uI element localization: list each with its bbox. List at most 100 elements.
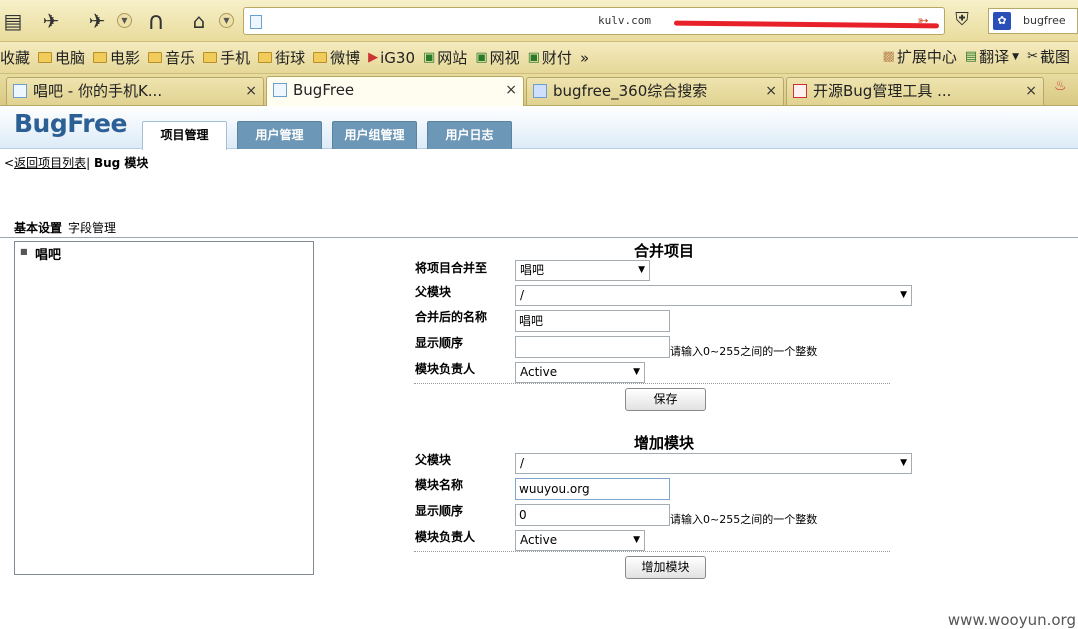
- bookmark-tenpay[interactable]: ▣ 财付: [528, 47, 572, 68]
- close-icon[interactable]: ×: [765, 78, 777, 105]
- select-value: /: [520, 288, 525, 302]
- bookmark-label: 手机: [220, 49, 251, 67]
- bookmark-folder-streetball[interactable]: 街球: [258, 47, 305, 68]
- go-icon[interactable]: ➳: [908, 13, 938, 29]
- merge-order-label: 显示顺序: [415, 336, 464, 350]
- breadcrumb: <返回项目列表| Bug 模块: [4, 154, 148, 171]
- folder-icon: [148, 52, 163, 63]
- translate-icon: ▤: [964, 49, 978, 64]
- bookmark-label: 音乐: [165, 49, 196, 67]
- home-pavilion-icon[interactable]: ⌂: [182, 7, 216, 35]
- chevron-down-icon: ▼: [633, 367, 640, 377]
- bookmarks-bar: 收藏 电脑 电影 音乐 手机 街球 微博 ▶ iG30 ▣ 网站 ▣ 网视 ▣ …: [0, 42, 1078, 74]
- paw-icon[interactable]: ✿: [993, 12, 1011, 30]
- subnav-field-management[interactable]: 字段管理: [68, 221, 116, 235]
- merge-owner-select[interactable]: Active ▼: [515, 362, 645, 383]
- tab-user-management[interactable]: 用户管理: [237, 121, 322, 149]
- breadcrumb-prefix: <: [4, 156, 15, 170]
- chevron-down-icon: ▼: [633, 535, 640, 545]
- add-parent-select[interactable]: / ▼: [515, 453, 912, 474]
- reload-arch-icon[interactable]: ∩: [140, 7, 172, 35]
- browser-toolbar: ▤ ✈ ✈ ▼ ∩ ⌂ ▼ kulv.com ➳ ⛨ ✿ bugfree: [0, 0, 1078, 42]
- folder-icon: [313, 52, 328, 63]
- add-order-label: 显示顺序: [415, 504, 464, 518]
- swallow-forward-icon[interactable]: ✈: [80, 7, 114, 35]
- bookmark-label: 网站: [437, 49, 468, 67]
- merge-name-label: 合并后的名称: [415, 310, 488, 324]
- search-text: bugfree: [1023, 14, 1066, 27]
- cube-icon: ▩: [882, 49, 895, 64]
- bookmark-folder-music[interactable]: 音乐: [148, 47, 195, 68]
- bookmark-folder-movie[interactable]: 电影: [93, 47, 140, 68]
- add-owner-select[interactable]: Active ▼: [515, 530, 645, 551]
- browser-tab-opensource[interactable]: 开源Bug管理工具 ... ×: [786, 77, 1044, 105]
- new-tab-icon[interactable]: ♨: [1054, 78, 1067, 94]
- shield-icon[interactable]: ⛨: [950, 9, 974, 33]
- page-icon: ▣: [423, 50, 436, 65]
- merge-to-select[interactable]: 唱吧 ▼: [515, 260, 650, 281]
- extension-center[interactable]: ▩ 扩展中心: [883, 46, 957, 67]
- bookmark-label: 网视: [489, 49, 520, 67]
- bugfree-logo[interactable]: BugFree: [14, 109, 127, 138]
- tab-label: 唱吧 - 你的手机K...: [33, 82, 163, 100]
- add-name-label: 模块名称: [415, 478, 464, 492]
- bookmark-website[interactable]: ▣ 网站: [423, 47, 467, 68]
- save-button[interactable]: 保存: [625, 388, 706, 411]
- bookmark-video[interactable]: ▣ 网视: [475, 47, 519, 68]
- bookmark-favorites[interactable]: 收藏: [0, 47, 30, 68]
- bookmark-label: iG30: [380, 48, 415, 67]
- settings-subnav: 基本设置 字段管理: [14, 219, 116, 236]
- merge-parent-label: 父模块: [415, 285, 452, 299]
- history-dropdown-icon[interactable]: ▼: [117, 13, 132, 28]
- add-module-button[interactable]: 增加模块: [625, 556, 706, 579]
- browser-tab-bugfree[interactable]: BugFree ×: [266, 76, 524, 106]
- select-value: 唱吧: [520, 263, 545, 277]
- add-order-hint: 请输入0~255之间的一个整数: [670, 513, 818, 526]
- merge-name-input[interactable]: 唱吧: [515, 310, 670, 332]
- address-bar[interactable]: kulv.com ➳: [243, 7, 945, 35]
- bookmark-label: 财付: [541, 49, 572, 67]
- merge-order-input[interactable]: [515, 336, 670, 358]
- chevron-down-icon[interactable]: ▼: [1012, 52, 1019, 62]
- subnav-basic-settings[interactable]: 基本设置: [14, 221, 62, 235]
- tab-label: bugfree_360综合搜索: [553, 82, 708, 100]
- translate-tool[interactable]: ▤ 翻译 ▼: [965, 46, 1019, 67]
- add-form-title: 增加模块: [633, 434, 694, 452]
- home-dropdown-icon[interactable]: ▼: [219, 13, 234, 28]
- bookmark-folder-computer[interactable]: 电脑: [38, 47, 85, 68]
- bookmark-folder-weibo[interactable]: 微博: [313, 47, 360, 68]
- tab-project-management[interactable]: 项目管理: [142, 121, 227, 150]
- address-url-text: kulv.com: [598, 14, 651, 27]
- screen: ▤ ✈ ✈ ▼ ∩ ⌂ ▼ kulv.com ➳ ⛨ ✿ bugfree 收藏 …: [0, 0, 1078, 629]
- close-icon[interactable]: ×: [245, 78, 257, 105]
- tree-node-changba[interactable]: 唱吧: [35, 244, 61, 263]
- folder-icon: [203, 52, 218, 63]
- bookmark-label: 翻译: [979, 48, 1010, 66]
- tab-label: BugFree: [293, 81, 355, 99]
- tab-user-log[interactable]: 用户日志: [427, 121, 512, 149]
- bookmark-ig30[interactable]: ▶ iG30: [368, 49, 415, 67]
- bookmark-folder-phone[interactable]: 手机: [203, 47, 250, 68]
- browser-tab-changba[interactable]: 唱吧 - 你的手机K... ×: [6, 77, 264, 105]
- close-icon[interactable]: ×: [505, 77, 517, 104]
- merge-parent-select[interactable]: / ▼: [515, 285, 912, 306]
- window-icon[interactable]: ▤: [0, 7, 26, 35]
- tab-usergroup-management[interactable]: 用户组管理: [332, 121, 417, 149]
- bookmark-label: 扩展中心: [896, 48, 957, 66]
- bullet-icon: ■: [20, 247, 28, 256]
- search-input[interactable]: ✿ bugfree: [988, 8, 1078, 34]
- screenshot-tool[interactable]: ✂ 截图: [1027, 46, 1070, 67]
- bookmark-label: 收藏: [0, 49, 31, 67]
- merge-form-title: 合并项目: [633, 242, 694, 260]
- close-icon[interactable]: ×: [1025, 78, 1037, 105]
- add-order-input[interactable]: 0: [515, 504, 670, 526]
- bookmark-label: 街球: [275, 49, 306, 67]
- bookmark-more[interactable]: »: [580, 49, 589, 67]
- page-icon: [793, 84, 807, 98]
- breadcrumb-separator: |: [86, 156, 91, 170]
- module-name-input[interactable]: wuuyou.org: [515, 478, 670, 500]
- module-tree: ■ 唱吧: [14, 241, 314, 575]
- browser-tab-360search[interactable]: bugfree_360综合搜索 ×: [526, 77, 784, 105]
- back-to-project-list-link[interactable]: 返回项目列表: [14, 156, 86, 170]
- swallow-back-icon[interactable]: ✈: [34, 7, 68, 35]
